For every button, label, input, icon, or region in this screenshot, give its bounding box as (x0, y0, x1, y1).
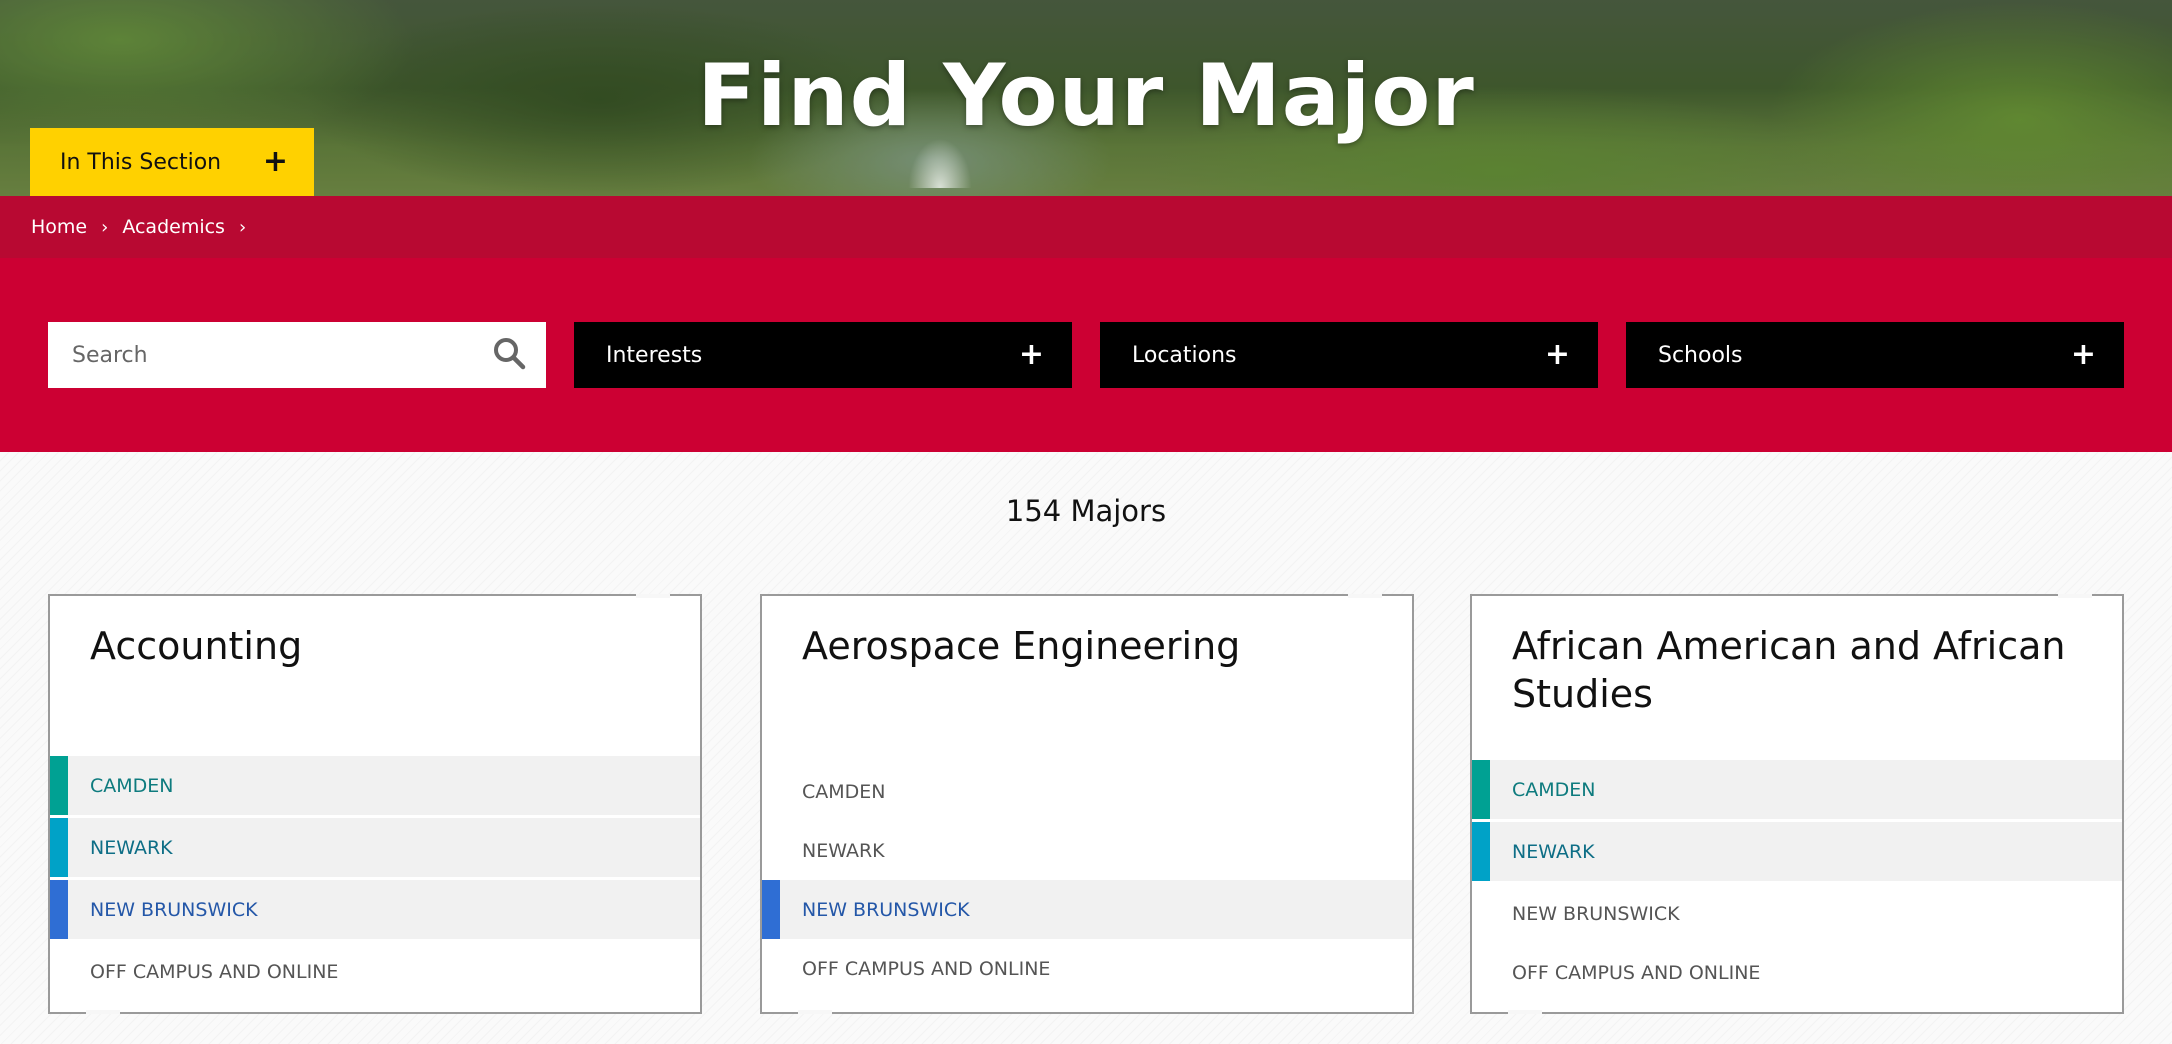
locations-dropdown-label: Locations (1132, 342, 1237, 368)
location-new-brunswick[interactable]: NEW BRUNSWICK (50, 880, 700, 939)
schools-dropdown[interactable]: Schools + (1626, 322, 2124, 388)
results-area: 154 Majors Accounting CAMDEN NEWARK NEW … (0, 452, 2172, 1044)
card-notch (86, 1010, 120, 1014)
location-camden[interactable]: CAMDEN (1472, 760, 2122, 819)
chevron-right-icon: › (238, 216, 247, 238)
hero-banner: Find Your Major In This Section + (0, 0, 2172, 196)
in-this-section-label: In This Section (60, 149, 222, 175)
major-title: African American and African Studies (1512, 624, 2066, 716)
search-box (48, 322, 546, 388)
major-card-aerospace-engineering[interactable]: Aerospace Engineering CAMDEN NEWARK NEW … (760, 594, 1414, 1014)
filter-bar: Interests + Locations + Schools + (0, 258, 2172, 452)
location-new-brunswick[interactable]: NEW BRUNSWICK (1472, 884, 2122, 943)
schools-dropdown-label: Schools (1658, 342, 1743, 368)
page-title: Find Your Major (697, 46, 1475, 146)
major-title: Aerospace Engineering (802, 624, 1241, 668)
major-card-african-american-and-african-studies[interactable]: African American and African Studies CAM… (1470, 594, 2124, 1014)
in-this-section-button[interactable]: In This Section + (30, 128, 314, 196)
location-newark[interactable]: NEWARK (1472, 822, 2122, 881)
locations-dropdown[interactable]: Locations + (1100, 322, 1598, 388)
plus-icon: + (1018, 337, 1044, 372)
location-newark[interactable]: NEWARK (50, 818, 700, 877)
major-title: Accounting (90, 624, 303, 668)
chevron-right-icon: › (101, 216, 109, 238)
location-newark[interactable]: NEWARK (762, 821, 1412, 880)
card-notch (1348, 594, 1382, 598)
majors-count: 154 Majors (1005, 494, 1167, 528)
breadcrumb: Home › Academics › (0, 196, 2172, 258)
breadcrumb-home-link[interactable]: Home (31, 216, 87, 238)
location-camden[interactable]: CAMDEN (50, 756, 700, 815)
interests-dropdown[interactable]: Interests + (574, 322, 1072, 388)
location-off-campus-online[interactable]: OFF CAMPUS AND ONLINE (50, 942, 700, 1001)
card-notch (1508, 1010, 1542, 1014)
card-notch (2058, 594, 2092, 598)
plus-icon: + (1544, 337, 1570, 372)
location-list: CAMDEN NEWARK NEW BRUNSWICK OFF CAMPUS A… (762, 762, 1412, 1001)
location-off-campus-online[interactable]: OFF CAMPUS AND ONLINE (762, 939, 1412, 998)
location-off-campus-online[interactable]: OFF CAMPUS AND ONLINE (1472, 943, 2122, 1002)
plus-icon: + (262, 144, 288, 179)
interests-dropdown-label: Interests (606, 342, 703, 368)
card-notch (798, 1010, 832, 1014)
location-list: CAMDEN NEWARK NEW BRUNSWICK OFF CAMPUS A… (1472, 760, 2122, 1005)
location-camden[interactable]: CAMDEN (762, 762, 1412, 821)
plus-icon: + (2070, 337, 2096, 372)
breadcrumb-academics-link[interactable]: Academics (122, 216, 225, 238)
card-notch (636, 594, 670, 598)
search-input[interactable] (72, 342, 492, 368)
search-icon[interactable] (492, 336, 526, 374)
location-list: CAMDEN NEWARK NEW BRUNSWICK OFF CAMPUS A… (50, 756, 700, 1004)
location-new-brunswick[interactable]: NEW BRUNSWICK (762, 880, 1412, 939)
major-card-accounting[interactable]: Accounting CAMDEN NEWARK NEW BRUNSWICK O… (48, 594, 702, 1014)
